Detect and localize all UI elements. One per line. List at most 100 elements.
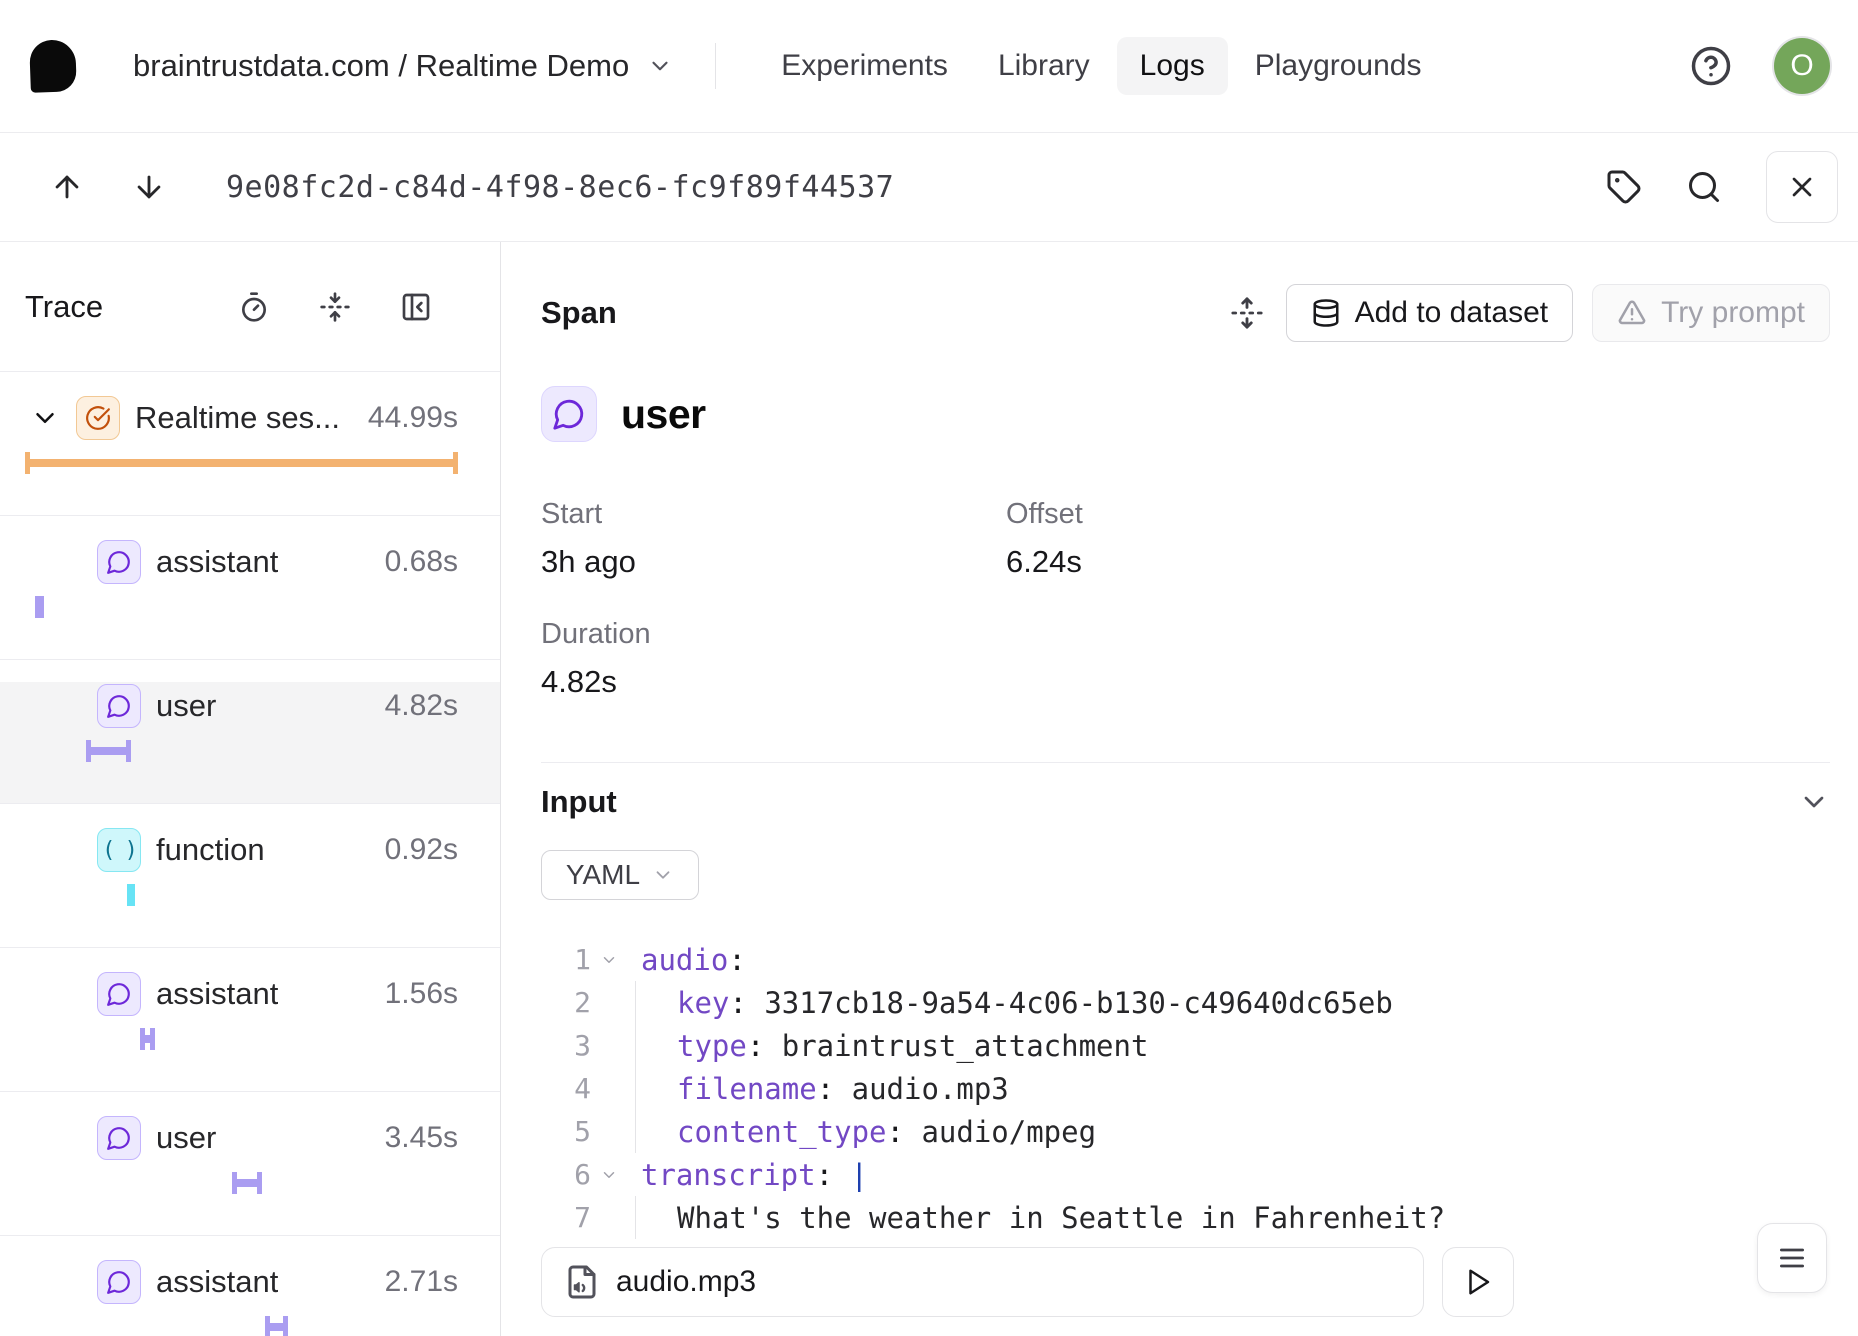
timeline-bar	[232, 1179, 262, 1187]
nav-item-logs[interactable]: Logs	[1117, 37, 1228, 95]
overflow-menu-button[interactable]	[1757, 1223, 1827, 1293]
avatar-letter: O	[1790, 49, 1813, 83]
arrow-down-icon	[132, 170, 166, 204]
previous-trace-button[interactable]	[50, 170, 84, 204]
span-duration: 44.99s	[356, 401, 458, 435]
timeline-track	[25, 890, 458, 900]
timeline-bar	[140, 1035, 155, 1043]
nav-item-experiments[interactable]: Experiments	[758, 37, 971, 95]
span-label: user	[156, 688, 216, 724]
content-area: Trace	[0, 242, 1858, 1336]
code-line: 2 key: 3317cb18-9a54-4c06-b130-c49640dc6…	[541, 981, 1830, 1024]
yaml-code-block: 1 audio: 2 key: 3317cb18-9a54-4c06-b130-…	[541, 938, 1830, 1239]
tag-icon	[1606, 169, 1642, 205]
span-panel: Span Add to dataset Try prompt user	[501, 242, 1858, 1336]
trace-row-assistant[interactable]: assistant 0.68s	[0, 538, 500, 660]
nav-item-playgrounds[interactable]: Playgrounds	[1232, 37, 1445, 95]
trace-row-realtime-ses-[interactable]: Realtime ses... 44.99s	[0, 394, 500, 516]
collapse-input-button[interactable]	[1798, 786, 1830, 818]
trace-row-assistant[interactable]: assistant 1.56s	[0, 970, 500, 1092]
play-icon	[1463, 1267, 1493, 1297]
timeline-track	[25, 746, 458, 756]
try-prompt-label: Try prompt	[1661, 296, 1805, 330]
timeline-track	[25, 458, 458, 468]
header-divider	[715, 43, 716, 89]
expand-chevron-icon[interactable]	[30, 403, 60, 433]
code-text: type: braintrust_attachment	[627, 1024, 1148, 1067]
breadcrumb-label: braintrustdata.com / Realtime Demo	[133, 48, 629, 84]
span-panel-header: Span Add to dataset Try prompt	[541, 242, 1830, 342]
trace-row-function[interactable]: ( ) function 0.92s	[0, 826, 500, 948]
timing-toggle-button[interactable]	[238, 291, 270, 323]
search-button[interactable]	[1686, 169, 1722, 205]
input-section-header: Input	[541, 784, 1830, 820]
format-selector-value: YAML	[566, 859, 640, 891]
trace-toolbar: 9e08fc2d-c84d-4f98-8ec6-fc9f89f44537	[0, 133, 1858, 242]
trace-panel-tools	[238, 291, 432, 323]
trace-id: 9e08fc2d-c84d-4f98-8ec6-fc9f89f44537	[226, 170, 894, 205]
attachment-row: audio.mp3	[541, 1247, 1830, 1317]
panel-left-close-icon	[400, 291, 432, 323]
main-nav: ExperimentsLibraryLogsPlaygrounds	[758, 37, 1444, 95]
timeline-track	[25, 1178, 458, 1188]
next-trace-button[interactable]	[132, 170, 166, 204]
metadata-field-offset: Offset 6.24s	[1006, 498, 1830, 580]
trace-tree: Realtime ses... 44.99s assistant 0.68s	[0, 372, 500, 1336]
metadata-value: 3h ago	[541, 544, 1006, 580]
top-nav-bar: braintrustdata.com / Realtime Demo Exper…	[0, 0, 1858, 133]
circle-check-icon	[76, 396, 120, 440]
span-label: assistant	[156, 544, 278, 580]
close-icon	[1786, 171, 1818, 203]
nav-item-library[interactable]: Library	[975, 37, 1113, 95]
span-duration: 3.45s	[373, 1121, 458, 1155]
trace-row-assistant[interactable]: assistant 2.71s	[0, 1258, 500, 1336]
try-prompt-button[interactable]: Try prompt	[1592, 284, 1830, 342]
database-icon	[1311, 298, 1341, 328]
timeline-track	[25, 1034, 458, 1044]
timeline-bar	[265, 1323, 288, 1331]
line-number: 6	[541, 1153, 591, 1196]
fold-chevron-icon[interactable]	[591, 938, 627, 981]
timeline-bar	[25, 459, 458, 467]
span-duration: 0.92s	[373, 833, 458, 867]
add-to-dataset-button[interactable]: Add to dataset	[1286, 284, 1573, 342]
metadata-field-start: Start 3h ago	[541, 498, 1006, 580]
timeline-bar	[35, 603, 44, 611]
code-text: audio:	[627, 938, 746, 981]
collapse-panel-button[interactable]	[400, 291, 432, 323]
message-circle-icon	[541, 386, 597, 442]
metadata-value: 6.24s	[1006, 544, 1830, 580]
metadata-label: Offset	[1006, 498, 1830, 531]
braintrust-logo[interactable]	[29, 39, 77, 93]
file-audio-icon	[564, 1264, 600, 1300]
span-label: assistant	[156, 1264, 278, 1300]
trace-row-user[interactable]: user 3.45s	[0, 1114, 500, 1236]
section-divider	[541, 762, 1830, 763]
format-selector[interactable]: YAML	[541, 850, 699, 900]
help-button[interactable]	[1690, 45, 1732, 87]
span-duration: 1.56s	[373, 977, 458, 1011]
span-duration: 2.71s	[373, 1265, 458, 1299]
close-trace-button[interactable]	[1766, 151, 1838, 223]
audio-attachment[interactable]: audio.mp3	[541, 1247, 1424, 1317]
menu-icon	[1776, 1242, 1808, 1274]
collapse-all-button[interactable]	[319, 291, 351, 323]
line-number: 3	[541, 1024, 591, 1067]
expand-sections-button[interactable]	[1230, 296, 1264, 330]
fold-vertical-icon	[319, 291, 351, 323]
metadata-field-duration: Duration 4.82s	[541, 618, 1006, 700]
avatar[interactable]: O	[1774, 38, 1830, 94]
timeline-bar	[86, 747, 131, 755]
trace-row-user[interactable]: user 4.82s	[0, 682, 500, 804]
fold-chevron-icon[interactable]	[591, 1153, 627, 1196]
tag-button[interactable]	[1606, 169, 1642, 205]
chevron-down-icon	[1798, 786, 1830, 818]
project-breadcrumb[interactable]: braintrustdata.com / Realtime Demo	[133, 48, 673, 84]
code-line: 4 filename: audio.mp3	[541, 1067, 1830, 1110]
code-line: 3 type: braintrust_attachment	[541, 1024, 1830, 1067]
play-audio-button[interactable]	[1442, 1247, 1514, 1317]
line-number: 1	[541, 938, 591, 981]
timeline-track	[25, 602, 458, 612]
unfold-vertical-icon	[1230, 296, 1264, 330]
search-icon	[1686, 169, 1722, 205]
